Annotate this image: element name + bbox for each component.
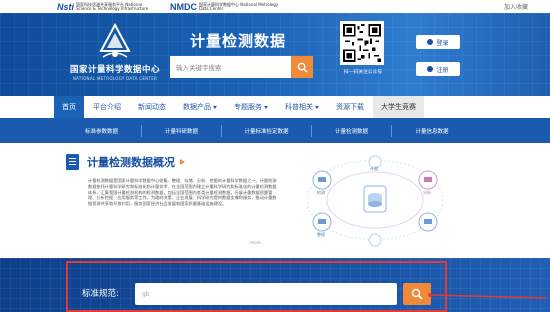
page-title: 计量检测数据 — [190, 32, 287, 50]
data-platform-diagram-icon — [306, 155, 444, 247]
subnav-item-testing-data[interactable]: 计量检测数据 — [312, 124, 392, 137]
top-bar: Nsti 国家科技资源共享服务平台 National Science & Tec… — [0, 0, 550, 13]
nav-item-downloads[interactable]: 资源下载 — [328, 96, 372, 118]
nav-label: 大学生竞赛 — [381, 103, 416, 111]
brand-name-en: NATIONAL METROLOGY DATA CENTER — [72, 76, 158, 81]
nav-item-news[interactable]: 新闻动态 — [130, 96, 174, 118]
user-icon — [427, 39, 434, 45]
nmdc-logo-mark: NMDC — [170, 1, 197, 12]
register-label: 注册 — [436, 66, 449, 74]
overview-section: 计量检测数据概况 计量检测数据是国家计量科学数据中心收集、整理、存储、分析、挖掘… — [62, 152, 277, 252]
nav-item-science-popularization[interactable]: 科普相关 — [277, 96, 327, 118]
play-arrow-icon — [180, 159, 185, 165]
nmdc-logo[interactable]: NMDC 国家计量科学数据中心 National Metrology Data … — [170, 1, 279, 12]
login-label: 登录 — [436, 39, 449, 47]
graphic-node-label: 整理 — [317, 232, 325, 237]
subnav-item-standard-verification[interactable]: 计量标准检定数据 — [222, 124, 312, 137]
nsti-logo[interactable]: Nsti 国家科技资源共享服务平台 National Science & Tec… — [57, 1, 156, 12]
caret-down-icon — [315, 105, 319, 109]
data-category-subnav: 标准参数数据 计量科研数据 计量标准检定数据 计量检测数据 计量信息数据 — [0, 118, 550, 143]
qr-code-icon — [343, 24, 381, 62]
graphic-node-label: 分析 — [423, 190, 431, 195]
nav-item-data-products[interactable]: 数据产品 — [175, 96, 225, 118]
search-input[interactable]: 输入关键字搜索 — [170, 56, 291, 78]
brand-name-cn: 国家计量科学数据中心 — [69, 65, 160, 75]
nav-label: 资源下载 — [336, 103, 364, 111]
subnav-item-information-data[interactable]: 计量信息数据 — [392, 125, 472, 137]
overview-heading: 计量检测数据概况 — [62, 152, 277, 172]
graphic-node-label: 检测 — [317, 190, 325, 195]
nsti-logo-text: 国家科技资源共享服务平台 National Science & Technolo… — [76, 1, 149, 11]
graphic-node-label: 计量 — [370, 166, 378, 171]
login-button[interactable]: 登录 — [416, 35, 460, 49]
overview-paragraph: 计量检测数据是国家计量科学数据中心收集、整理、存储、分析、挖掘的计量科学数据之一… — [88, 178, 277, 207]
search-icon — [297, 62, 308, 73]
nav-label: 科普相关 — [285, 103, 313, 111]
nav-item-special-services[interactable]: 专题服务 — [226, 96, 276, 118]
register-button[interactable]: 注册 — [416, 62, 460, 76]
nav-item-student-competition[interactable]: 大学生竞赛 — [373, 96, 424, 118]
data-flow-illustration: 检测 计量 分析 整理 — [290, 150, 460, 250]
main-nav: 首页 平台介绍 新闻动态 数据产品 专题服务 科普相关 资源下载 大学生竞赛 — [0, 96, 550, 118]
nsti-logo-mark: Nsti — [57, 1, 75, 12]
nav-label: 首页 — [62, 103, 76, 111]
overview-title: 计量检测数据概况 — [87, 156, 175, 169]
nav-label: 平台介绍 — [93, 103, 121, 111]
nmdc-emblem-icon — [99, 22, 131, 58]
nav-item-platform-intro[interactable]: 平台介绍 — [85, 96, 129, 118]
nav-label: 新闻动态 — [138, 103, 166, 111]
subnav-item-standard-parameters[interactable]: 标准参数数据 — [62, 124, 142, 137]
site-brand[interactable]: 国家计量科学数据中心 NATIONAL METROLOGY DATA CENTE… — [50, 21, 180, 91]
header-banner: 国家计量科学数据中心 NATIONAL METROLOGY DATA CENTE… — [0, 13, 550, 96]
header-search: 输入关键字搜索 — [170, 56, 313, 78]
subnav-item-research-data[interactable]: 计量科研数据 — [142, 124, 222, 137]
nav-item-home[interactable]: 首页 — [54, 96, 84, 118]
more-link[interactable]: more — [250, 240, 261, 245]
document-icon — [66, 154, 79, 170]
register-icon — [427, 66, 434, 72]
nmdc-logo-text: 国家计量科学数据中心 National Metrology Data Cente… — [199, 1, 279, 11]
nav-label: 专题服务 — [234, 103, 262, 111]
search-button[interactable] — [291, 56, 313, 78]
add-favorite-link[interactable]: 加入收藏 — [504, 2, 528, 11]
nav-label: 数据产品 — [183, 103, 211, 111]
highlight-annotation-box — [66, 261, 447, 312]
caret-down-icon — [264, 105, 268, 109]
qr-caption: 扫一扫关注公众号 — [343, 70, 383, 75]
wechat-qr-code — [340, 21, 384, 65]
caret-down-icon — [213, 105, 217, 109]
